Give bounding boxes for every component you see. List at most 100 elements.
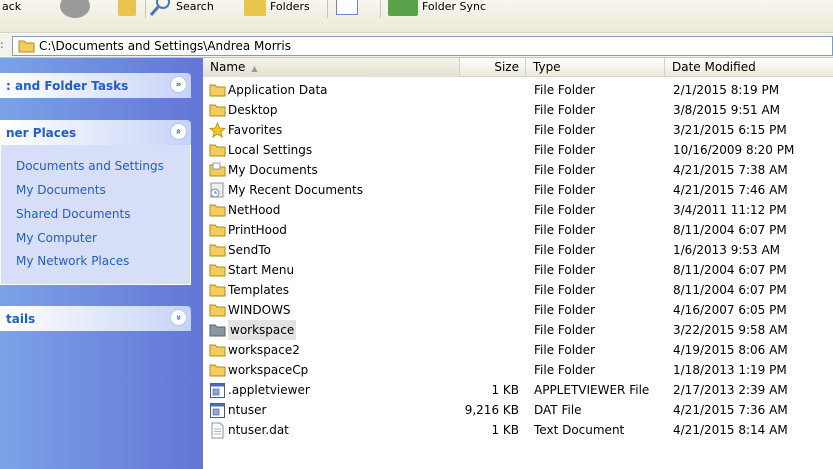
file-folder-tasks-header[interactable]: : and Folder Tasks » [0, 73, 191, 98]
text-document-icon [209, 422, 226, 439]
file-size [453, 100, 519, 120]
address-input[interactable]: C:\Documents and Settings\Andrea Morris [12, 36, 833, 56]
file-name-cell[interactable]: ntuser [209, 400, 266, 420]
file-row[interactable]: Application Data File Folder 2/1/2015 8:19… [203, 80, 833, 100]
views-button[interactable] [336, 0, 358, 18]
file-row[interactable]: Desktop File Folder 3/8/2015 9:51 AM [203, 100, 833, 120]
file-date-modified: 3/4/2011 11:12 PM [673, 203, 787, 217]
file-name-cell[interactable]: .appletviewer [209, 380, 310, 400]
file-date-modified: 4/21/2015 7:36 AM [673, 403, 788, 417]
file-name: workspace [228, 320, 297, 340]
link-my-network-places[interactable]: My Network Places [16, 254, 129, 268]
file-name-cell[interactable]: workspace2 [209, 340, 300, 360]
file-type: File Folder [534, 123, 595, 137]
details-header[interactable]: tails » [0, 306, 191, 331]
file-row[interactable]: workspace2 File Folder 4/19/2015 8:06 AM [203, 340, 833, 360]
column-header-type[interactable]: Type [526, 58, 665, 77]
file-name-cell[interactable]: Desktop [209, 100, 278, 120]
file-type: File Folder [534, 343, 595, 357]
back-button[interactable]: ack [2, 0, 21, 18]
file-date-modified: 8/11/2004 6:07 PM [673, 223, 787, 237]
file-row[interactable]: Templates File Folder 8/11/2004 6:07 PM [203, 280, 833, 300]
favorites-star-icon [208, 121, 227, 139]
file-type: File Folder [534, 223, 595, 237]
file-row[interactable]: workspaceCp File Folder 1/18/2013 1:19 PM [203, 360, 833, 380]
file-row[interactable]: Start Menu File Folder 8/11/2004 6:07 PM [203, 260, 833, 280]
file-name-cell[interactable]: Application Data [209, 80, 328, 100]
other-places-body: Documents and Settings My Documents Shar… [0, 145, 191, 285]
file-row[interactable]: My Documents File Folder 4/21/2015 7:38 AM [203, 160, 833, 180]
link-my-documents[interactable]: My Documents [16, 183, 106, 197]
file-name-cell[interactable]: SendTo [209, 240, 271, 260]
file-name-cell[interactable]: Start Menu [209, 260, 294, 280]
file-date-modified: 3/8/2015 9:51 AM [673, 103, 781, 117]
file-size [453, 280, 519, 300]
file-row[interactable]: PrintHood File Folder 8/11/2004 6:07 PM [203, 220, 833, 240]
column-header-date-modified[interactable]: Date Modified [665, 58, 833, 77]
search-button[interactable]: Search [149, 0, 214, 18]
file-name-cell[interactable]: workspaceCp [209, 360, 308, 380]
file-row[interactable]: My Recent Documents File Folder 4/21/2015 … [203, 180, 833, 200]
column-header-type-label: Type [533, 60, 561, 74]
folder-icon [209, 142, 226, 159]
file-name-cell[interactable]: My Documents [209, 160, 318, 180]
other-places-title: ner Places [6, 125, 77, 140]
file-name: .appletviewer [228, 383, 310, 397]
file-date-modified: 4/21/2015 8:14 AM [673, 423, 788, 437]
file-size [453, 240, 519, 260]
folders-button[interactable]: Folders [244, 0, 310, 18]
folder-icon [209, 102, 226, 119]
file-name-cell[interactable]: My Recent Documents [209, 180, 363, 200]
file-name-cell[interactable]: Templates [209, 280, 289, 300]
folder-icon [209, 362, 226, 379]
file-row[interactable]: NetHood File Folder 3/4/2011 11:12 PM [203, 200, 833, 220]
link-shared-documents[interactable]: Shared Documents [16, 207, 130, 221]
sort-ascending-icon: ▲ [251, 64, 258, 73]
file-name-cell[interactable]: NetHood [209, 200, 280, 220]
folder-icon [209, 302, 226, 319]
file-size [453, 200, 519, 220]
forward-button[interactable] [60, 0, 90, 18]
file-date-modified: 1/18/2013 1:19 PM [673, 363, 787, 377]
file-row[interactable]: Favorites File Folder 3/21/2015 6:15 PM [203, 120, 833, 140]
link-my-computer[interactable]: My Computer [16, 231, 97, 245]
file-row[interactable]: ntuser 9,216 KB DAT File 4/21/2015 7:36 AM [203, 400, 833, 420]
file-name-cell[interactable]: PrintHood [209, 220, 287, 240]
up-folder-icon [118, 0, 136, 16]
file-row[interactable]: WINDOWS File Folder 4/16/2007 6:05 PM [203, 300, 833, 320]
file-date-modified: 8/11/2004 6:07 PM [673, 263, 787, 277]
file-row[interactable]: workspace File Folder 3/22/2015 9:58 AM [203, 320, 833, 340]
file-name-cell[interactable]: ntuser.dat [209, 420, 289, 440]
file-name: workspaceCp [228, 363, 309, 377]
file-name-cell[interactable]: workspace [209, 320, 297, 340]
column-header-name[interactable]: Name ▲ [203, 58, 460, 77]
folder-icon [209, 202, 226, 219]
file-row[interactable]: SendTo File Folder 1/6/2013 9:53 AM [203, 240, 833, 260]
details-title: tails [6, 311, 36, 326]
folder-sync-icon [388, 0, 418, 16]
file-type: File Folder [534, 203, 595, 217]
expand-chevron-icon[interactable]: » [170, 309, 187, 326]
file-size [453, 180, 519, 200]
file-name: WINDOWS [228, 303, 291, 317]
up-folder-button[interactable] [118, 0, 136, 18]
column-header-size[interactable]: Size [460, 58, 526, 77]
file-row[interactable]: ntuser.dat 1 KB Text Document 4/21/2015 8:1… [203, 420, 833, 440]
file-row[interactable]: Local Settings File Folder 10/16/2009 8:20… [203, 140, 833, 160]
file-type: APPLETVIEWER File [534, 383, 650, 397]
file-name-cell[interactable]: Local Settings [209, 140, 312, 160]
folder-icon [209, 82, 226, 99]
file-name-cell[interactable]: Favorites [208, 120, 282, 140]
column-header-size-label: Size [494, 60, 519, 74]
expand-chevron-icon[interactable]: » [170, 76, 187, 93]
file-name-cell[interactable]: WINDOWS [209, 300, 291, 320]
file-size: 9,216 KB [464, 403, 519, 417]
folder-sync-button[interactable]: Folder Sync [388, 0, 486, 18]
collapse-chevron-icon[interactable]: » [170, 123, 187, 140]
file-row[interactable]: .appletviewer 1 KB APPLETVIEWER File 2/17/2… [203, 380, 833, 400]
link-documents-and-settings[interactable]: Documents and Settings [16, 159, 164, 173]
address-path: C:\Documents and Settings\Andrea Morris [39, 39, 291, 53]
file-size [453, 220, 519, 240]
other-places-header[interactable]: ner Places » [0, 120, 191, 145]
search-icon [149, 0, 172, 16]
